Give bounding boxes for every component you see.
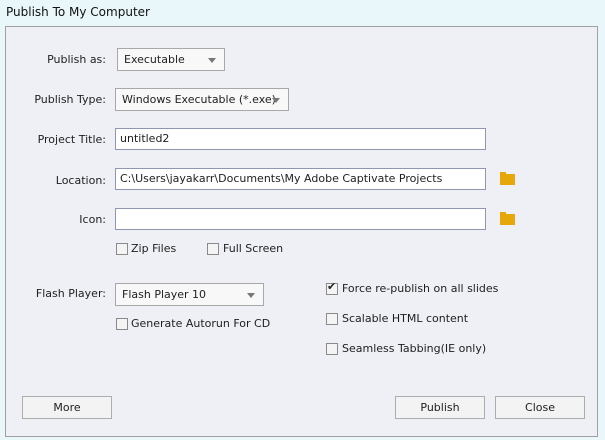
full-screen-label: Full Screen: [223, 242, 284, 255]
project-title-label: Project Title:: [37, 133, 106, 146]
window-title: Publish To My Computer: [6, 5, 150, 19]
autorun-checkbox[interactable]: [116, 318, 128, 330]
more-button[interactable]: More: [22, 396, 112, 419]
browse-location-folder-icon[interactable]: [500, 172, 515, 185]
force-republish-label: Force re-publish on all slides: [342, 282, 499, 295]
publish-button[interactable]: Publish: [395, 396, 485, 419]
icon-input[interactable]: [115, 208, 486, 230]
icon-label: Icon:: [79, 213, 106, 226]
seamless-tabbing-checkbox[interactable]: [326, 343, 338, 355]
location-input[interactable]: C:\Users\jayakarr\Documents\My Adobe Cap…: [115, 168, 486, 190]
publish-as-label: Publish as:: [47, 53, 106, 66]
browse-icon-folder-icon[interactable]: [500, 212, 515, 225]
autorun-label: Generate Autorun For CD: [131, 317, 271, 330]
force-republish-checkbox[interactable]: [326, 280, 338, 295]
flash-player-value: Flash Player 10: [122, 288, 207, 301]
project-title-input[interactable]: untitled2: [115, 128, 486, 150]
publish-as-value: Executable: [124, 53, 185, 66]
publish-type-value: Windows Executable (*.exe): [122, 93, 276, 106]
scalable-html-label: Scalable HTML content: [342, 312, 469, 325]
dialog-panel: [5, 26, 598, 437]
scalable-html-checkbox[interactable]: [326, 313, 338, 325]
publish-as-dropdown[interactable]: Executable: [117, 48, 225, 71]
flash-player-dropdown[interactable]: Flash Player 10: [115, 283, 264, 306]
zip-files-checkbox[interactable]: [116, 243, 128, 255]
zip-files-label: Zip Files: [131, 242, 177, 255]
location-label: Location:: [55, 174, 106, 187]
seamless-tabbing-label: Seamless Tabbing(IE only): [342, 342, 487, 355]
publish-type-dropdown[interactable]: Windows Executable (*.exe): [115, 88, 289, 111]
close-button[interactable]: Close: [495, 396, 585, 419]
chevron-down-icon: [208, 58, 216, 63]
chevron-down-icon: [272, 98, 280, 103]
flash-player-label: Flash Player:: [35, 287, 106, 300]
publish-type-label: Publish Type:: [34, 93, 106, 106]
full-screen-checkbox[interactable]: [207, 243, 219, 255]
chevron-down-icon: [247, 293, 255, 298]
